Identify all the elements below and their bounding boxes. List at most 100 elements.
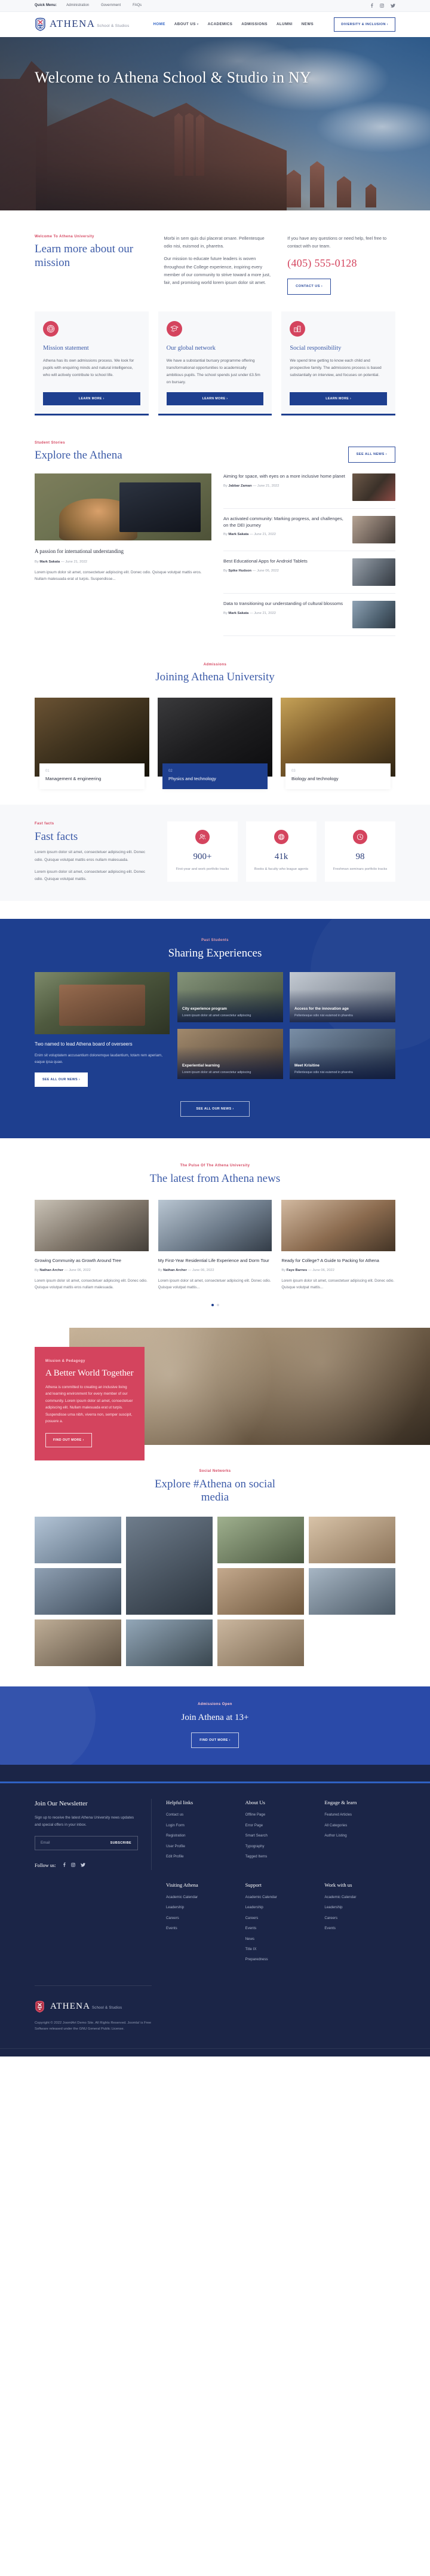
contact-us-button[interactable]: CONTACT US › xyxy=(287,279,331,295)
learn-more-button[interactable]: LEARN MORE › xyxy=(43,392,140,405)
footer-link[interactable]: Events xyxy=(245,1926,317,1931)
footer-link[interactable]: Registration xyxy=(166,1833,237,1838)
instagram-icon[interactable] xyxy=(380,4,384,8)
brand-text: ATHENA School & Studios xyxy=(50,19,130,30)
footer-link[interactable]: Careers xyxy=(324,1915,395,1921)
feature-card-mission-statement[interactable]: Mission statement Athena has its own adm… xyxy=(35,311,149,415)
nav-item-admissions[interactable]: ADMISSIONS xyxy=(241,22,268,27)
news-item-title: Best Educational Apps for Android Tablet… xyxy=(223,558,308,564)
list-item[interactable]: An activated community: Marking progress… xyxy=(223,509,395,551)
footer-link[interactable]: Careers xyxy=(166,1915,237,1921)
footer-link[interactable]: Leadership xyxy=(245,1905,317,1910)
footer-link[interactable]: All Categories xyxy=(324,1823,395,1828)
footer-link[interactable]: Academic Calendar xyxy=(166,1894,237,1900)
topbar-link-administration[interactable]: Administration xyxy=(66,3,89,8)
news-item-thumbnail xyxy=(352,600,395,628)
list-item[interactable]: Data to transitioning our understanding … xyxy=(223,594,395,636)
social-photo[interactable] xyxy=(126,1517,213,1615)
social-photo[interactable] xyxy=(35,1619,121,1667)
better-world-button[interactable]: FIND OUT MORE › xyxy=(45,1432,92,1447)
program-tile-management[interactable]: 01 Management & engineering xyxy=(35,697,149,790)
footer-link[interactable]: Contact us xyxy=(166,1812,237,1817)
footer-link[interactable]: Academic Calendar xyxy=(245,1894,317,1900)
globe-icon xyxy=(274,830,288,845)
featured-article[interactable]: A passion for international understandin… xyxy=(35,473,211,583)
latest-news-image xyxy=(158,1200,272,1252)
page: Quick Menu: Administration Government FA… xyxy=(0,0,430,2056)
social-photo[interactable] xyxy=(35,1568,121,1615)
instagram-icon[interactable] xyxy=(70,1861,75,1871)
social-photo[interactable] xyxy=(217,1568,304,1615)
footer-link[interactable]: Offline Page xyxy=(245,1812,317,1817)
featured-article-excerpt: Lorem ipsum dolor sit amet, consectetuer… xyxy=(35,570,202,582)
nav-item-alumni[interactable]: ALUMNI xyxy=(277,22,293,27)
feature-card-global-network[interactable]: Our global network We have a substantial… xyxy=(158,311,272,415)
by-label: By xyxy=(35,1269,39,1273)
footer-link[interactable]: Title IX xyxy=(245,1946,317,1952)
feature-card-social-responsibility[interactable]: Social responsibility We spend time gett… xyxy=(281,311,396,415)
sharing-tile-meet-kristine[interactable]: Meet Krisitine Pellentesque odio nisi eui… xyxy=(290,1029,395,1080)
program-tile-physics[interactable]: 02 Physics and technology xyxy=(158,697,272,790)
sharing-tile-city-experience[interactable]: City experience program Lorem ipsum dolor… xyxy=(177,972,283,1023)
sharing-featured[interactable]: Two named to lead Athena board of overse… xyxy=(35,972,170,1087)
nav-item-about-us[interactable]: ABOUT US ▾ xyxy=(174,22,199,27)
footer-link[interactable]: Leadership xyxy=(166,1905,237,1910)
topbar-link-faqs[interactable]: FAQs xyxy=(133,3,142,8)
footer-link[interactable]: Academic Calendar xyxy=(324,1894,395,1900)
carousel-dot-1[interactable] xyxy=(211,1304,214,1307)
social-photo[interactable] xyxy=(309,1568,395,1615)
sharing-featured-button[interactable]: SEE ALL OUR NEWS › xyxy=(35,1072,88,1087)
footer-link[interactable]: Careers xyxy=(245,1915,317,1921)
diversity-inclusion-button[interactable]: DIVERSITY & INCLUSION › xyxy=(334,17,395,32)
social-photo[interactable] xyxy=(126,1619,213,1667)
learn-more-button[interactable]: LEARN MORE › xyxy=(290,392,388,405)
nav-item-home[interactable]: HOME xyxy=(153,22,165,27)
footer-link[interactable]: User Profile xyxy=(166,1844,237,1849)
list-item[interactable]: Aiming for space, with eyes on a more in… xyxy=(223,473,395,509)
program-tile-biology[interactable]: 03 Biology and technology xyxy=(281,697,395,790)
footer-link[interactable]: Login Form xyxy=(166,1823,237,1828)
news-list: Aiming for space, with eyes on a more in… xyxy=(223,473,395,636)
footer-link[interactable]: News xyxy=(245,1936,317,1942)
join-cta-button[interactable]: FIND OUT MORE › xyxy=(191,1732,239,1748)
footer-link[interactable]: Error Page xyxy=(245,1823,317,1828)
email-field[interactable] xyxy=(35,1841,105,1845)
latest-news-card[interactable]: Growing Community as Growth Around Tree … xyxy=(35,1200,149,1291)
footer-link[interactable]: Events xyxy=(324,1926,395,1931)
footer-link[interactable]: Preparedness xyxy=(245,1957,317,1962)
social-photo[interactable] xyxy=(217,1619,304,1667)
list-item[interactable]: Best Educational Apps for Android Tablet… xyxy=(223,551,395,594)
sharing-tile-experiential-learning[interactable]: Experiential learning Lorem ipsum dolor s… xyxy=(177,1029,283,1080)
site-logo[interactable]: ATHENA School & Studios xyxy=(35,17,130,32)
sharing-tile-innovation-age[interactable]: Access for the innovation age Pellentesqu… xyxy=(290,972,395,1023)
footer-link[interactable]: Smart Search xyxy=(245,1833,317,1838)
learn-more-button[interactable]: LEARN MORE › xyxy=(166,392,264,405)
see-all-news-button[interactable]: SEE ALL NEWS › xyxy=(348,447,395,463)
hero-title: Welcome to Athena School & Studio in NY xyxy=(35,69,311,86)
subscribe-button[interactable]: SUBSCRIBE xyxy=(105,1841,137,1845)
stat-label: Books & faculty who league agents xyxy=(254,867,309,871)
footer-link[interactable]: Typography xyxy=(245,1844,317,1849)
nav-item-news[interactable]: NEWS xyxy=(302,22,314,27)
sharing-see-all-button[interactable]: SEE ALL OUR NEWS › xyxy=(180,1101,250,1117)
footer-link[interactable]: Tagged Items xyxy=(245,1854,317,1859)
latest-news-card[interactable]: My First-Year Residential Life Experienc… xyxy=(158,1200,272,1291)
social-photo[interactable] xyxy=(217,1517,304,1564)
topbar-link-government[interactable]: Government xyxy=(101,3,121,8)
facebook-icon[interactable] xyxy=(370,3,373,8)
footer-link[interactable]: Author Listing xyxy=(324,1833,395,1838)
footer-link[interactable]: Events xyxy=(166,1926,237,1931)
footer-link[interactable]: Leadership xyxy=(324,1905,395,1910)
social-photo[interactable] xyxy=(35,1517,121,1564)
twitter-icon[interactable] xyxy=(391,4,395,8)
footer-link[interactable]: Featured Articles xyxy=(324,1812,395,1817)
facebook-icon[interactable] xyxy=(63,1861,66,1871)
latest-news-card[interactable]: Ready for College? A Guide to Packing fo… xyxy=(281,1200,396,1291)
social-photo[interactable] xyxy=(309,1517,395,1564)
twitter-icon[interactable] xyxy=(80,1861,85,1871)
latest-news-excerpt: Lorem ipsum dolor sit amet, consectetuer… xyxy=(158,1279,271,1290)
footer-logo[interactable]: ATHENA School & Studios xyxy=(35,1985,152,2014)
nav-item-academics[interactable]: ACADEMICS xyxy=(208,22,233,27)
carousel-dot-2[interactable] xyxy=(216,1304,219,1307)
footer-link[interactable]: Edit Profile xyxy=(166,1854,237,1859)
